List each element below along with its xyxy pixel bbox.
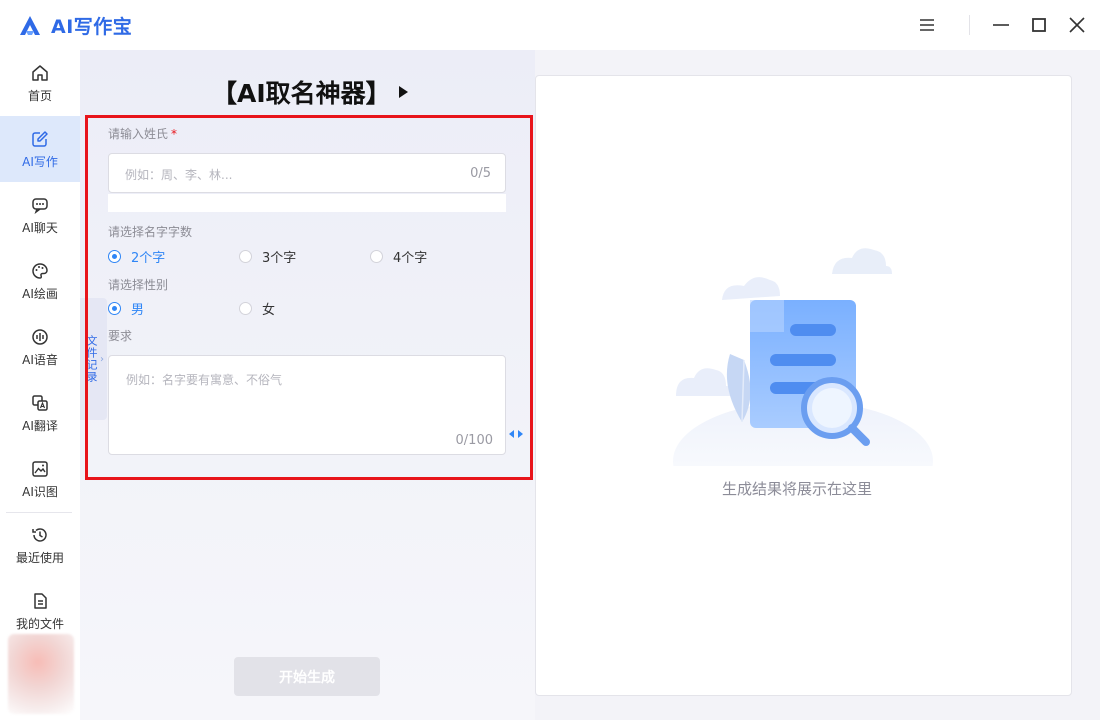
- radio-dot: [108, 250, 121, 263]
- empty-result-illustration: [673, 248, 933, 466]
- result-placeholder-text: 生成结果将展示在这里: [722, 480, 873, 498]
- file-icon: [30, 591, 50, 611]
- app-title: AI写作宝: [51, 16, 133, 38]
- edit-icon: [30, 129, 50, 149]
- play-icon[interactable]: [398, 86, 408, 98]
- home-icon: [30, 63, 50, 83]
- sidebar-item-label: AI识图: [22, 484, 58, 499]
- surname-input[interactable]: 例如：周、李、林... 0/5: [108, 153, 506, 193]
- radio-name-length-3[interactable]: 3个字: [239, 247, 296, 266]
- radio-name-length-4[interactable]: 4个字: [370, 247, 427, 266]
- requirement-textarea[interactable]: 例如：名字要有寓意、不俗气 0/100: [108, 355, 506, 455]
- requirement-placeholder: 例如：名字要有寓意、不俗气: [126, 373, 283, 387]
- gender-label: 请选择性别: [108, 278, 169, 292]
- avatar[interactable]: [8, 634, 74, 714]
- sidebar-item-label: AI翻译: [22, 418, 58, 433]
- menu-icon[interactable]: [915, 13, 939, 37]
- title-separator: [969, 15, 970, 35]
- sidebar: 首页 AI写作 AI聊天 AI绘画 AI语音 AI翻译 AI识图 最近使用 我的…: [0, 50, 80, 720]
- radio-dot: [239, 250, 252, 263]
- image-recognition-icon: [30, 459, 50, 479]
- surname-char-counter: 0/5: [470, 166, 491, 181]
- name-length-label: 请选择名字字数: [108, 225, 193, 239]
- sidebar-item-label: AI语音: [22, 352, 58, 367]
- sidebar-item-ai-chat[interactable]: AI聊天: [0, 182, 80, 248]
- logo-icon: [20, 15, 40, 35]
- palette-icon: [30, 261, 50, 281]
- radio-gender-female[interactable]: 女: [239, 299, 275, 318]
- panel-resize-handle-icon[interactable]: [508, 427, 524, 441]
- start-generate-button[interactable]: 开始生成: [234, 657, 380, 696]
- translate-icon: [30, 393, 50, 413]
- sidebar-item-ai-painting[interactable]: AI绘画: [0, 248, 80, 314]
- page-title: 【AI取名神器】: [212, 74, 408, 110]
- required-mark: *: [171, 127, 178, 141]
- surname-label: 请输入姓氏 *: [108, 127, 178, 141]
- requirement-label: 要求: [108, 329, 133, 343]
- history-icon: [30, 525, 50, 545]
- sidebar-item-home[interactable]: 首页: [0, 50, 80, 116]
- surname-placeholder: 例如：周、李、林...: [125, 168, 233, 182]
- sidebar-item-label: 首页: [27, 88, 52, 103]
- maximize-icon[interactable]: [1027, 13, 1051, 37]
- app-logo: AI写作宝: [18, 12, 132, 39]
- sidebar-item-label: AI写作: [22, 154, 58, 169]
- radio-gender-male[interactable]: 男: [108, 299, 144, 318]
- title-bar: AI写作宝: [0, 0, 1100, 50]
- sidebar-item-ai-writing[interactable]: AI写作: [0, 116, 80, 182]
- sidebar-item-ai-translate[interactable]: AI翻译: [0, 380, 80, 446]
- radio-dot: [239, 302, 252, 315]
- input-strip: [108, 194, 506, 212]
- sidebar-item-label: AI聊天: [22, 220, 58, 235]
- sidebar-item-label: AI绘画: [22, 286, 58, 301]
- chat-icon: [30, 195, 50, 215]
- tool-title-text: 【AI取名神器】: [212, 79, 391, 108]
- sidebar-item-label: 最近使用: [15, 550, 64, 565]
- close-icon[interactable]: [1065, 13, 1089, 37]
- requirement-char-counter: 0/100: [455, 433, 493, 448]
- sidebar-item-recent[interactable]: 最近使用: [0, 512, 80, 578]
- voice-icon: [30, 327, 50, 347]
- radio-name-length-2[interactable]: 2个字: [108, 247, 165, 266]
- sidebar-item-ai-image-recognition[interactable]: AI识图: [0, 446, 80, 512]
- sidebar-item-ai-voice[interactable]: AI语音: [0, 314, 80, 380]
- minimize-icon[interactable]: [989, 13, 1013, 37]
- radio-dot: [370, 250, 383, 263]
- sidebar-item-label: 我的文件: [15, 616, 64, 631]
- radio-dot: [108, 302, 121, 315]
